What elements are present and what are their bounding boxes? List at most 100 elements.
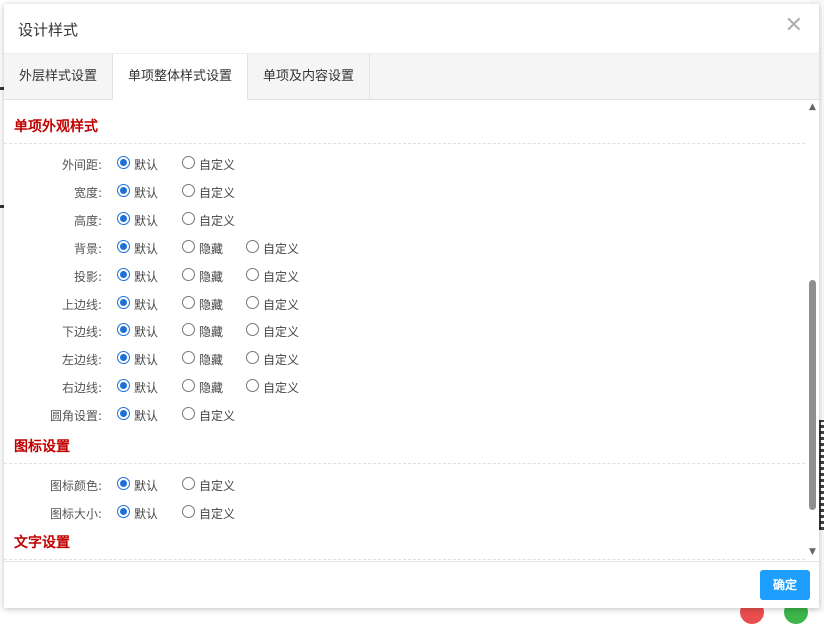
- section-divider: [4, 463, 805, 464]
- radio-option-label: 自定义: [199, 186, 236, 200]
- content-scrollbar[interactable]: ▲ ▼: [807, 100, 818, 560]
- scroll-thumb[interactable]: [809, 280, 816, 510]
- settings-content: 单项外观样式 外间距: 默认 自定义 宽度: 默认 自定义 高度: 默认 自定义 背景: 默认 隐藏 自定…: [4, 100, 805, 560]
- section-divider: [4, 143, 805, 144]
- setting-row: 宽度: 默认 自定义: [4, 181, 805, 203]
- radio-checked-icon[interactable]: [117, 240, 130, 253]
- radio-option-label: 自定义: [199, 409, 236, 423]
- setting-label: 投影:: [73, 270, 102, 284]
- setting-label: 右边线:: [61, 381, 102, 395]
- radio-option-label: 自定义: [199, 214, 236, 228]
- design-style-dialog: 设计样式 ✕ 外层样式设置 单项整体样式设置 单项及内容设置 单项外观样式外间距…: [4, 4, 819, 608]
- setting-label: 图标大小:: [49, 507, 102, 521]
- radio-checked-icon[interactable]: [117, 323, 130, 336]
- setting-label: 左边线:: [61, 353, 102, 367]
- tab-outer-style[interactable]: 外层样式设置: [4, 54, 114, 99]
- setting-row: 左边线: 默认 隐藏 自定义: [4, 348, 805, 370]
- radio-checked-icon[interactable]: [117, 477, 130, 490]
- dialog-header: 设计样式 ✕: [4, 4, 819, 54]
- radio-unchecked-icon[interactable]: [182, 407, 195, 420]
- radio-option-label: 隐藏: [199, 242, 224, 256]
- radio-option-label: 隐藏: [199, 381, 224, 395]
- radio-unchecked-icon[interactable]: [182, 156, 195, 169]
- scroll-up-icon[interactable]: ▲: [807, 102, 818, 113]
- radio-checked-icon[interactable]: [117, 505, 130, 518]
- radio-option-label: 默认: [134, 409, 159, 423]
- radio-option-label: 默认: [134, 186, 159, 200]
- radio-option-label: 默认: [134, 507, 159, 521]
- setting-row: 图标颜色: 默认 自定义: [4, 474, 805, 496]
- radio-option-label: 默认: [134, 214, 159, 228]
- radio-checked-icon[interactable]: [117, 379, 130, 392]
- radio-option-label: 默认: [134, 158, 159, 172]
- confirm-button[interactable]: 确定: [760, 570, 810, 600]
- setting-label: 宽度:: [73, 186, 102, 200]
- radio-checked-icon[interactable]: [117, 268, 130, 281]
- dialog-footer: 确定: [4, 561, 819, 609]
- setting-label: 高度:: [73, 214, 102, 228]
- radio-option-label: 自定义: [263, 298, 300, 312]
- radio-checked-icon[interactable]: [117, 184, 130, 197]
- radio-unchecked-icon[interactable]: [246, 296, 259, 309]
- radio-option-label: 自定义: [263, 325, 300, 339]
- radio-unchecked-icon[interactable]: [182, 323, 195, 336]
- radio-unchecked-icon[interactable]: [182, 268, 195, 281]
- setting-row: 投影: 默认 隐藏 自定义: [4, 265, 805, 287]
- radio-checked-icon[interactable]: [117, 212, 130, 225]
- radio-unchecked-icon[interactable]: [182, 477, 195, 490]
- radio-unchecked-icon[interactable]: [182, 240, 195, 253]
- setting-label: 外间距:: [61, 158, 102, 172]
- radio-unchecked-icon[interactable]: [182, 212, 195, 225]
- setting-row: 下边线: 默认 隐藏 自定义: [4, 320, 805, 342]
- tab-item-overall-style[interactable]: 单项整体样式设置: [113, 54, 249, 100]
- setting-label: 背景:: [73, 242, 102, 256]
- radio-option-label: 默认: [134, 479, 159, 493]
- radio-unchecked-icon[interactable]: [182, 351, 195, 364]
- radio-option-label: 自定义: [263, 270, 300, 284]
- radio-option-label: 默认: [134, 242, 159, 256]
- radio-checked-icon[interactable]: [117, 156, 130, 169]
- radio-option-label: 默认: [134, 325, 159, 339]
- radio-unchecked-icon[interactable]: [182, 184, 195, 197]
- radio-unchecked-icon[interactable]: [182, 296, 195, 309]
- setting-label: 上边线:: [61, 298, 102, 312]
- radio-unchecked-icon[interactable]: [246, 379, 259, 392]
- setting-row: 高度: 默认 自定义: [4, 209, 805, 231]
- setting-row: 图标大小: 默认 自定义: [4, 502, 805, 524]
- radio-checked-icon[interactable]: [117, 407, 130, 420]
- radio-option-label: 默认: [134, 270, 159, 284]
- setting-row: 上边线: 默认 隐藏 自定义: [4, 293, 805, 315]
- radio-unchecked-icon[interactable]: [246, 268, 259, 281]
- radio-option-label: 自定义: [199, 158, 236, 172]
- radio-option-label: 自定义: [263, 381, 300, 395]
- radio-unchecked-icon[interactable]: [246, 351, 259, 364]
- radio-option-label: 默认: [134, 381, 159, 395]
- section-title: 单项外观样式: [14, 119, 98, 135]
- radio-option-label: 隐藏: [199, 325, 224, 339]
- radio-option-label: 自定义: [263, 353, 300, 367]
- radio-checked-icon[interactable]: [117, 296, 130, 309]
- tab-item-content[interactable]: 单项及内容设置: [248, 54, 371, 99]
- radio-unchecked-icon[interactable]: [246, 323, 259, 336]
- setting-row: 背景: 默认 隐藏 自定义: [4, 237, 805, 259]
- section-divider: [4, 559, 805, 560]
- scroll-down-icon[interactable]: ▼: [807, 547, 818, 558]
- setting-label: 图标颜色:: [49, 479, 102, 493]
- setting-row: 圆角设置: 默认 自定义: [4, 404, 805, 426]
- dialog-title: 设计样式: [18, 21, 79, 39]
- radio-option-label: 隐藏: [199, 270, 224, 284]
- radio-unchecked-icon[interactable]: [182, 505, 195, 518]
- radio-checked-icon[interactable]: [117, 351, 130, 364]
- radio-option-label: 隐藏: [199, 298, 224, 312]
- section-title: 图标设置: [14, 439, 70, 455]
- radio-option-label: 自定义: [263, 242, 300, 256]
- close-icon[interactable]: ✕: [785, 14, 803, 38]
- setting-label: 下边线:: [61, 325, 102, 339]
- setting-row: 外间距: 默认 自定义: [4, 153, 805, 175]
- radio-option-label: 隐藏: [199, 353, 224, 367]
- setting-row: 右边线: 默认 隐藏 自定义: [4, 376, 805, 398]
- radio-unchecked-icon[interactable]: [246, 240, 259, 253]
- radio-option-label: 默认: [134, 298, 159, 312]
- radio-option-label: 自定义: [199, 507, 236, 521]
- radio-unchecked-icon[interactable]: [182, 379, 195, 392]
